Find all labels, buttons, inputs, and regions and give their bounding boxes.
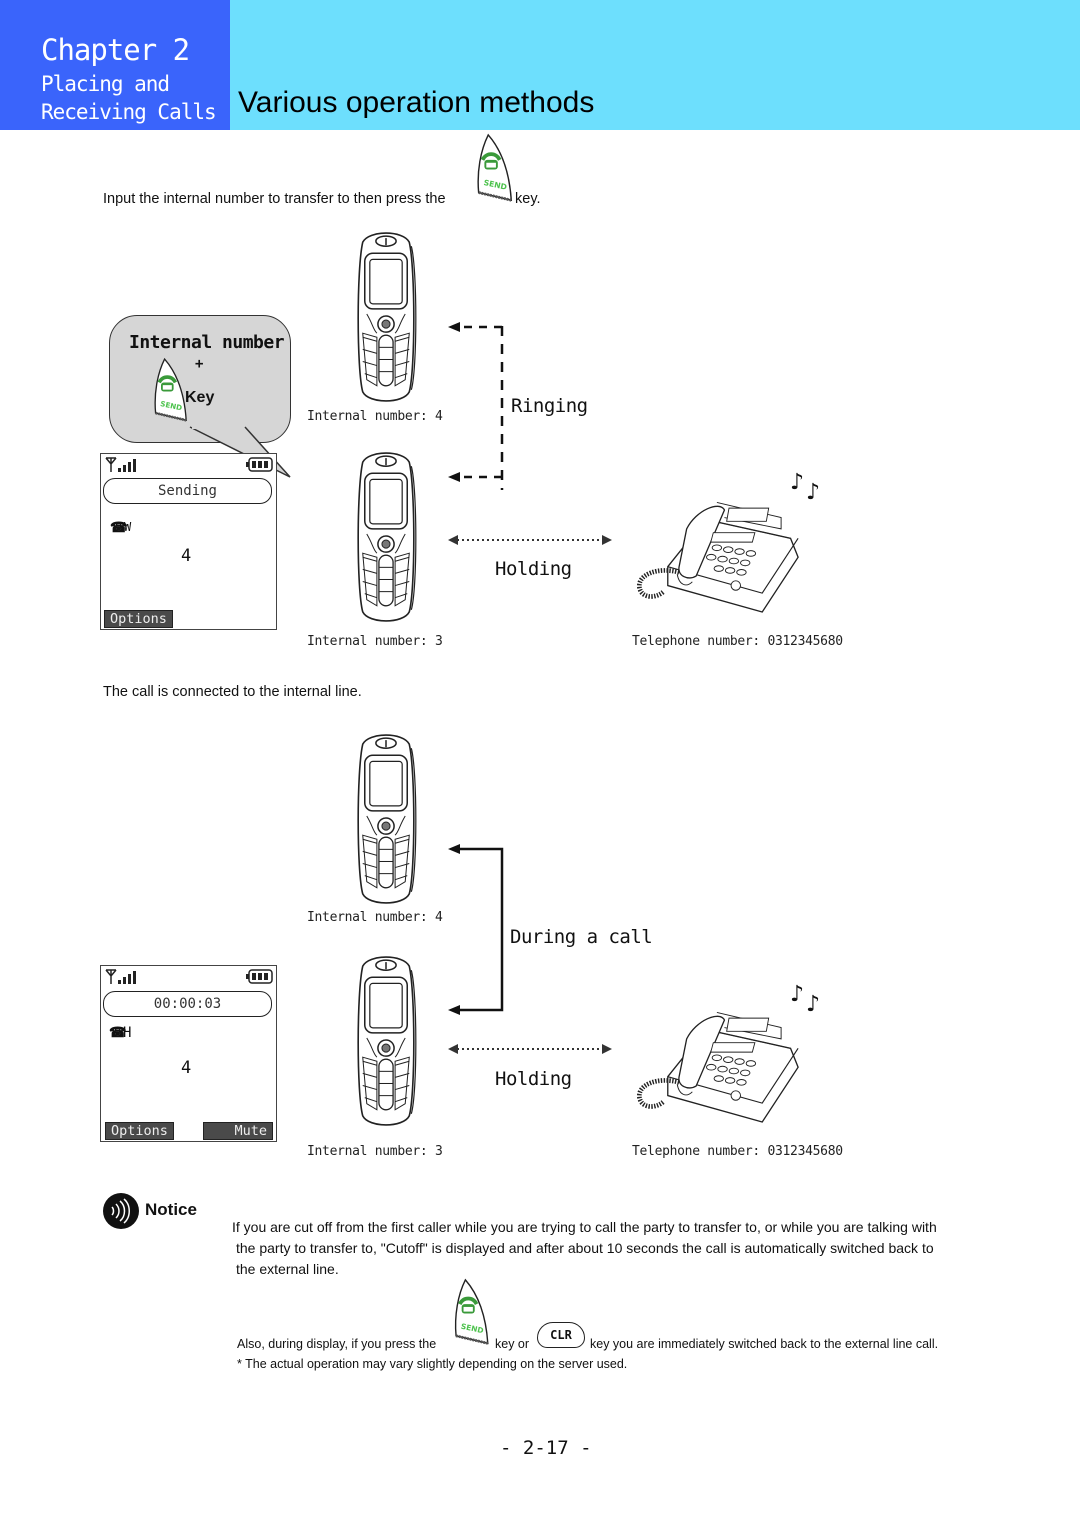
holding-label: Holding bbox=[495, 558, 572, 580]
notice-title: Notice bbox=[145, 1200, 197, 1219]
footnote: * The actual operation may vary slightly… bbox=[237, 1357, 628, 1371]
chapter-subtitle-line2: Receiving Calls bbox=[41, 100, 217, 124]
options-softkey[interactable]: Options bbox=[105, 1122, 174, 1140]
desk-phone-image bbox=[630, 1000, 800, 1125]
call-status: Sending bbox=[103, 478, 272, 504]
instruction-after: key. bbox=[515, 191, 541, 207]
send-key-icon bbox=[452, 1278, 490, 1348]
ringing-label: Ringing bbox=[511, 395, 588, 417]
battery-icon bbox=[246, 969, 273, 984]
phone-screen-sending: Sending ☎ W 4 Options bbox=[100, 453, 277, 630]
ringing-bracket bbox=[448, 322, 504, 490]
dialed-number: 4 bbox=[181, 1058, 192, 1078]
page-number: - 2-17 - bbox=[500, 1437, 592, 1459]
dialed-number: 4 bbox=[181, 546, 192, 566]
chapter-subtitle-line1: Placing and bbox=[41, 72, 170, 96]
during-call-bracket bbox=[448, 844, 504, 1015]
options-softkey[interactable]: Options bbox=[104, 610, 173, 628]
desk-phone-label: Telephone number: 0312345680 bbox=[632, 1144, 843, 1159]
call-timer: 00:00:03 bbox=[103, 991, 272, 1017]
holding-arrow bbox=[448, 1044, 612, 1054]
signal-icon bbox=[105, 969, 136, 984]
bubble-plus: + bbox=[195, 356, 204, 372]
handset-image bbox=[350, 952, 422, 1129]
holding-arrow bbox=[448, 535, 612, 545]
line-indicator: W bbox=[124, 520, 132, 534]
instruction-before: Input the internal number to transfer to… bbox=[103, 191, 446, 207]
also-before: Also, during display, if you press the bbox=[237, 1337, 437, 1351]
handset-bottom-label: Internal number: 3 bbox=[307, 634, 443, 649]
handset-image bbox=[350, 448, 422, 625]
signal-icon bbox=[105, 457, 136, 472]
handset-top-label: Internal number: 4 bbox=[307, 910, 443, 925]
desk-phone-image bbox=[630, 490, 800, 615]
mute-softkey[interactable]: Mute bbox=[203, 1122, 273, 1140]
handset-image bbox=[350, 730, 422, 907]
bubble-internal-number: Internal number bbox=[129, 332, 285, 353]
handset-top-label: Internal number: 4 bbox=[307, 409, 443, 424]
clr-key-label: CLR bbox=[550, 1328, 572, 1342]
phone-screen-call: 00:00:03 ☎ H 4 Options Mute bbox=[100, 965, 277, 1142]
instruction-text: Input the internal number to transfer to… bbox=[103, 191, 446, 207]
notice-line3: the external line. bbox=[236, 1261, 339, 1277]
handset-image bbox=[350, 228, 422, 405]
also-middle: key or bbox=[495, 1337, 530, 1351]
notice-line1: If you are cut off from the first caller… bbox=[232, 1219, 937, 1235]
send-key-icon bbox=[474, 133, 514, 205]
bubble-key-label: Key bbox=[185, 389, 215, 406]
notice-icon bbox=[103, 1193, 139, 1229]
desk-phone-label: Telephone number: 0312345680 bbox=[632, 634, 843, 649]
battery-icon bbox=[246, 457, 273, 472]
during-call-label: During a call bbox=[510, 926, 653, 948]
page-title: Various operation methods bbox=[238, 86, 595, 119]
chapter-label: Chapter 2 bbox=[41, 33, 190, 67]
connected-text: The call is connected to the internal li… bbox=[103, 684, 362, 700]
send-key-icon bbox=[152, 357, 188, 425]
line-indicator: H bbox=[123, 1025, 132, 1041]
clr-key-icon: CLR bbox=[537, 1322, 585, 1348]
also-after: key you are immediately switched back to… bbox=[590, 1337, 939, 1351]
notice-line2: the party to transfer to, "Cutoff" is di… bbox=[236, 1240, 934, 1256]
holding-label: Holding bbox=[495, 1068, 572, 1090]
handset-bottom-label: Internal number: 3 bbox=[307, 1144, 443, 1159]
